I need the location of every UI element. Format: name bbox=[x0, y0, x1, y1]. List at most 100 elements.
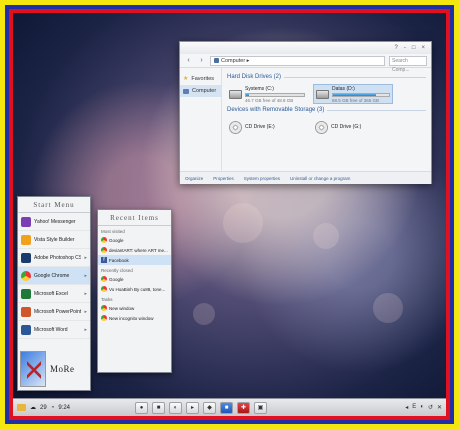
clock-icon: ◔ bbox=[50, 404, 55, 411]
hard-drive-icon bbox=[229, 89, 242, 99]
tray-expand-icon[interactable]: ◂ bbox=[405, 404, 408, 411]
recent-item[interactable]: Google bbox=[98, 235, 171, 245]
excel-icon bbox=[21, 288, 31, 299]
minimize-button[interactable]: - bbox=[404, 45, 406, 51]
tasks-heading: Tasks bbox=[101, 297, 113, 302]
task-item-label: New window bbox=[109, 305, 135, 311]
start-menu-title: Start Menu bbox=[18, 197, 90, 213]
address-bar[interactable]: Computer ▸ bbox=[210, 55, 385, 66]
tray-language-icon[interactable]: E bbox=[412, 404, 416, 411]
recent-item[interactable]: deviantART: where ART me... bbox=[98, 245, 171, 255]
taskbar-apps: ● ■ ◐ ▸ ◆ ■ ✚ ▣ bbox=[135, 401, 267, 414]
folder-icon[interactable] bbox=[17, 404, 26, 411]
drive-usage-fill bbox=[333, 93, 376, 96]
bokeh-light bbox=[313, 223, 339, 249]
app-microsoft-excel[interactable]: Microsoft Excel ▸ bbox=[18, 285, 90, 303]
sidebar-item-label: Favorites bbox=[191, 75, 215, 82]
app-label: Microsoft Word bbox=[34, 326, 68, 333]
user-picture[interactable] bbox=[20, 351, 46, 387]
recent-item-label: Facebook bbox=[109, 257, 129, 263]
drive-usage-bar bbox=[332, 92, 390, 97]
recent-item[interactable]: Vo HoaBinh By cu88, tone... bbox=[98, 284, 171, 294]
properties-button[interactable]: Properties bbox=[213, 176, 234, 181]
taskbar-app-button[interactable]: ✚ bbox=[237, 401, 250, 414]
removable-storage-heading[interactable]: Devices with Removable Storage (3) bbox=[227, 107, 426, 113]
app-yahoo-messenger[interactable]: Yahoo! Messenger bbox=[18, 213, 90, 231]
app-vista-style-builder[interactable]: Vista Style Builder bbox=[18, 231, 90, 249]
clock-time[interactable]: 9:24 bbox=[58, 405, 70, 411]
drive-free-space: 46.7 GB free of 48.8 GB bbox=[245, 97, 294, 103]
system-properties-button[interactable]: System properties bbox=[244, 176, 280, 181]
organize-button[interactable]: Organize bbox=[185, 176, 203, 181]
app-label: Google Chrome bbox=[34, 272, 70, 279]
uninstall-program-button[interactable]: Uninstall or change a program bbox=[290, 176, 350, 181]
hard-disk-heading[interactable]: Hard Disk Drives (2) bbox=[227, 74, 426, 80]
cd-drive-icon bbox=[229, 120, 242, 134]
taskbar: ☁ 29 ◔ 9:24 ● ■ ◐ ▸ ◆ ■ ✚ ▣ ◂ E ◐ ↺ ✕ bbox=[13, 398, 446, 416]
recent-item-label: Vo HoaBinh By cu88, tone... bbox=[109, 286, 166, 292]
tray-refresh-icon[interactable]: ↺ bbox=[428, 404, 433, 411]
chevron-right-icon[interactable]: ▸ bbox=[84, 309, 87, 315]
drive-name: CD Drive (E:) bbox=[245, 124, 275, 130]
app-label: Vista Style Builder bbox=[34, 236, 75, 243]
chevron-right-icon[interactable]: ▸ bbox=[84, 255, 87, 261]
recent-items-panel: Recent Items Most visited Google deviant… bbox=[97, 209, 172, 373]
word-icon bbox=[21, 324, 31, 335]
app-microsoft-word[interactable]: Microsoft Word ▸ bbox=[18, 321, 90, 339]
taskbar-app-button[interactable]: ▸ bbox=[186, 401, 199, 414]
chevron-right-icon[interactable]: ▸ bbox=[84, 291, 87, 297]
maximize-button[interactable]: □ bbox=[412, 45, 416, 51]
system-tray: ◂ E ◐ ↺ ✕ bbox=[405, 404, 442, 411]
drive-usage-bar bbox=[245, 92, 305, 97]
navigation-bar: ‹ › Computer ▸ Search Comp... bbox=[180, 54, 431, 73]
app-label: Microsoft Excel bbox=[34, 290, 68, 297]
task-item-label: New incognito window bbox=[109, 315, 154, 321]
facebook-icon: f bbox=[101, 257, 107, 263]
title-bar[interactable]: ? - □ × bbox=[180, 42, 431, 54]
hard-drive-icon bbox=[316, 89, 329, 99]
content-pane: Hard Disk Drives (2) Systems (C:) 46.7 G… bbox=[222, 68, 431, 171]
powerpoint-icon bbox=[21, 306, 31, 317]
chrome-icon bbox=[101, 315, 107, 321]
command-bar: Organize Properties System properties Un… bbox=[180, 171, 431, 184]
taskbar-app-button[interactable]: ◐ bbox=[169, 401, 182, 414]
help-button[interactable]: ? bbox=[395, 45, 398, 51]
sidebar-item-favorites[interactable]: ★ Favorites bbox=[180, 72, 221, 85]
cd-drive-e[interactable]: CD Drive (E:) bbox=[227, 117, 307, 137]
star-icon: ★ bbox=[183, 76, 189, 82]
chevron-right-icon[interactable]: › bbox=[197, 56, 206, 65]
start-menu: Start Menu Yahoo! Messenger Vista Style … bbox=[17, 196, 91, 391]
chevron-right-icon[interactable]: ▸ bbox=[84, 273, 87, 279]
sidebar-item-computer[interactable]: Computer bbox=[180, 85, 221, 97]
drive-name: CD Drive (G:) bbox=[331, 124, 362, 130]
taskbar-app-button[interactable]: ▣ bbox=[254, 401, 267, 414]
drive-free-space: 88.5 GB free of 365 GB bbox=[332, 97, 380, 103]
app-microsoft-powerpoint[interactable]: Microsoft PowerPoint ▸ bbox=[18, 303, 90, 321]
tray-close-icon[interactable]: ✕ bbox=[437, 404, 442, 411]
search-input[interactable]: Search Comp... bbox=[389, 55, 427, 73]
taskbar-app-button[interactable]: ◆ bbox=[203, 401, 216, 414]
chrome-icon bbox=[101, 237, 107, 243]
tray-network-icon[interactable]: ◐ bbox=[420, 404, 424, 411]
drive-c[interactable]: Systems (C:) 46.7 GB free of 48.8 GB bbox=[227, 84, 307, 104]
recent-item[interactable]: f Facebook bbox=[98, 255, 171, 265]
cd-drive-icon bbox=[315, 120, 328, 134]
chevron-left-icon[interactable]: ‹ bbox=[184, 56, 193, 65]
taskbar-app-button[interactable]: ■ bbox=[220, 401, 233, 414]
task-item[interactable]: New window bbox=[98, 303, 171, 313]
app-adobe-photoshop[interactable]: Adobe Photoshop CS4 ▸ bbox=[18, 249, 90, 267]
close-button[interactable]: × bbox=[421, 45, 425, 51]
explorer-window[interactable]: ? - □ × ‹ › Computer ▸ Search Comp... ★ … bbox=[179, 41, 432, 184]
task-item[interactable]: New incognito window bbox=[98, 313, 171, 323]
yahoo-messenger-icon bbox=[21, 216, 31, 227]
more-button[interactable]: MoRe bbox=[50, 364, 75, 374]
app-google-chrome[interactable]: Google Chrome ▸ bbox=[18, 267, 90, 285]
address-text: Computer ▸ bbox=[221, 57, 250, 64]
taskbar-app-button[interactable]: ■ bbox=[152, 401, 165, 414]
taskbar-left: ☁ 29 ◔ 9:24 bbox=[13, 404, 70, 411]
chevron-right-icon[interactable]: ▸ bbox=[84, 327, 87, 333]
recent-item[interactable]: Google bbox=[98, 274, 171, 284]
cd-drive-g[interactable]: CD Drive (G:) bbox=[313, 117, 393, 137]
taskbar-app-button[interactable]: ● bbox=[135, 401, 148, 414]
drive-d[interactable]: Datas (D:) 88.5 GB free of 365 GB bbox=[313, 84, 393, 104]
